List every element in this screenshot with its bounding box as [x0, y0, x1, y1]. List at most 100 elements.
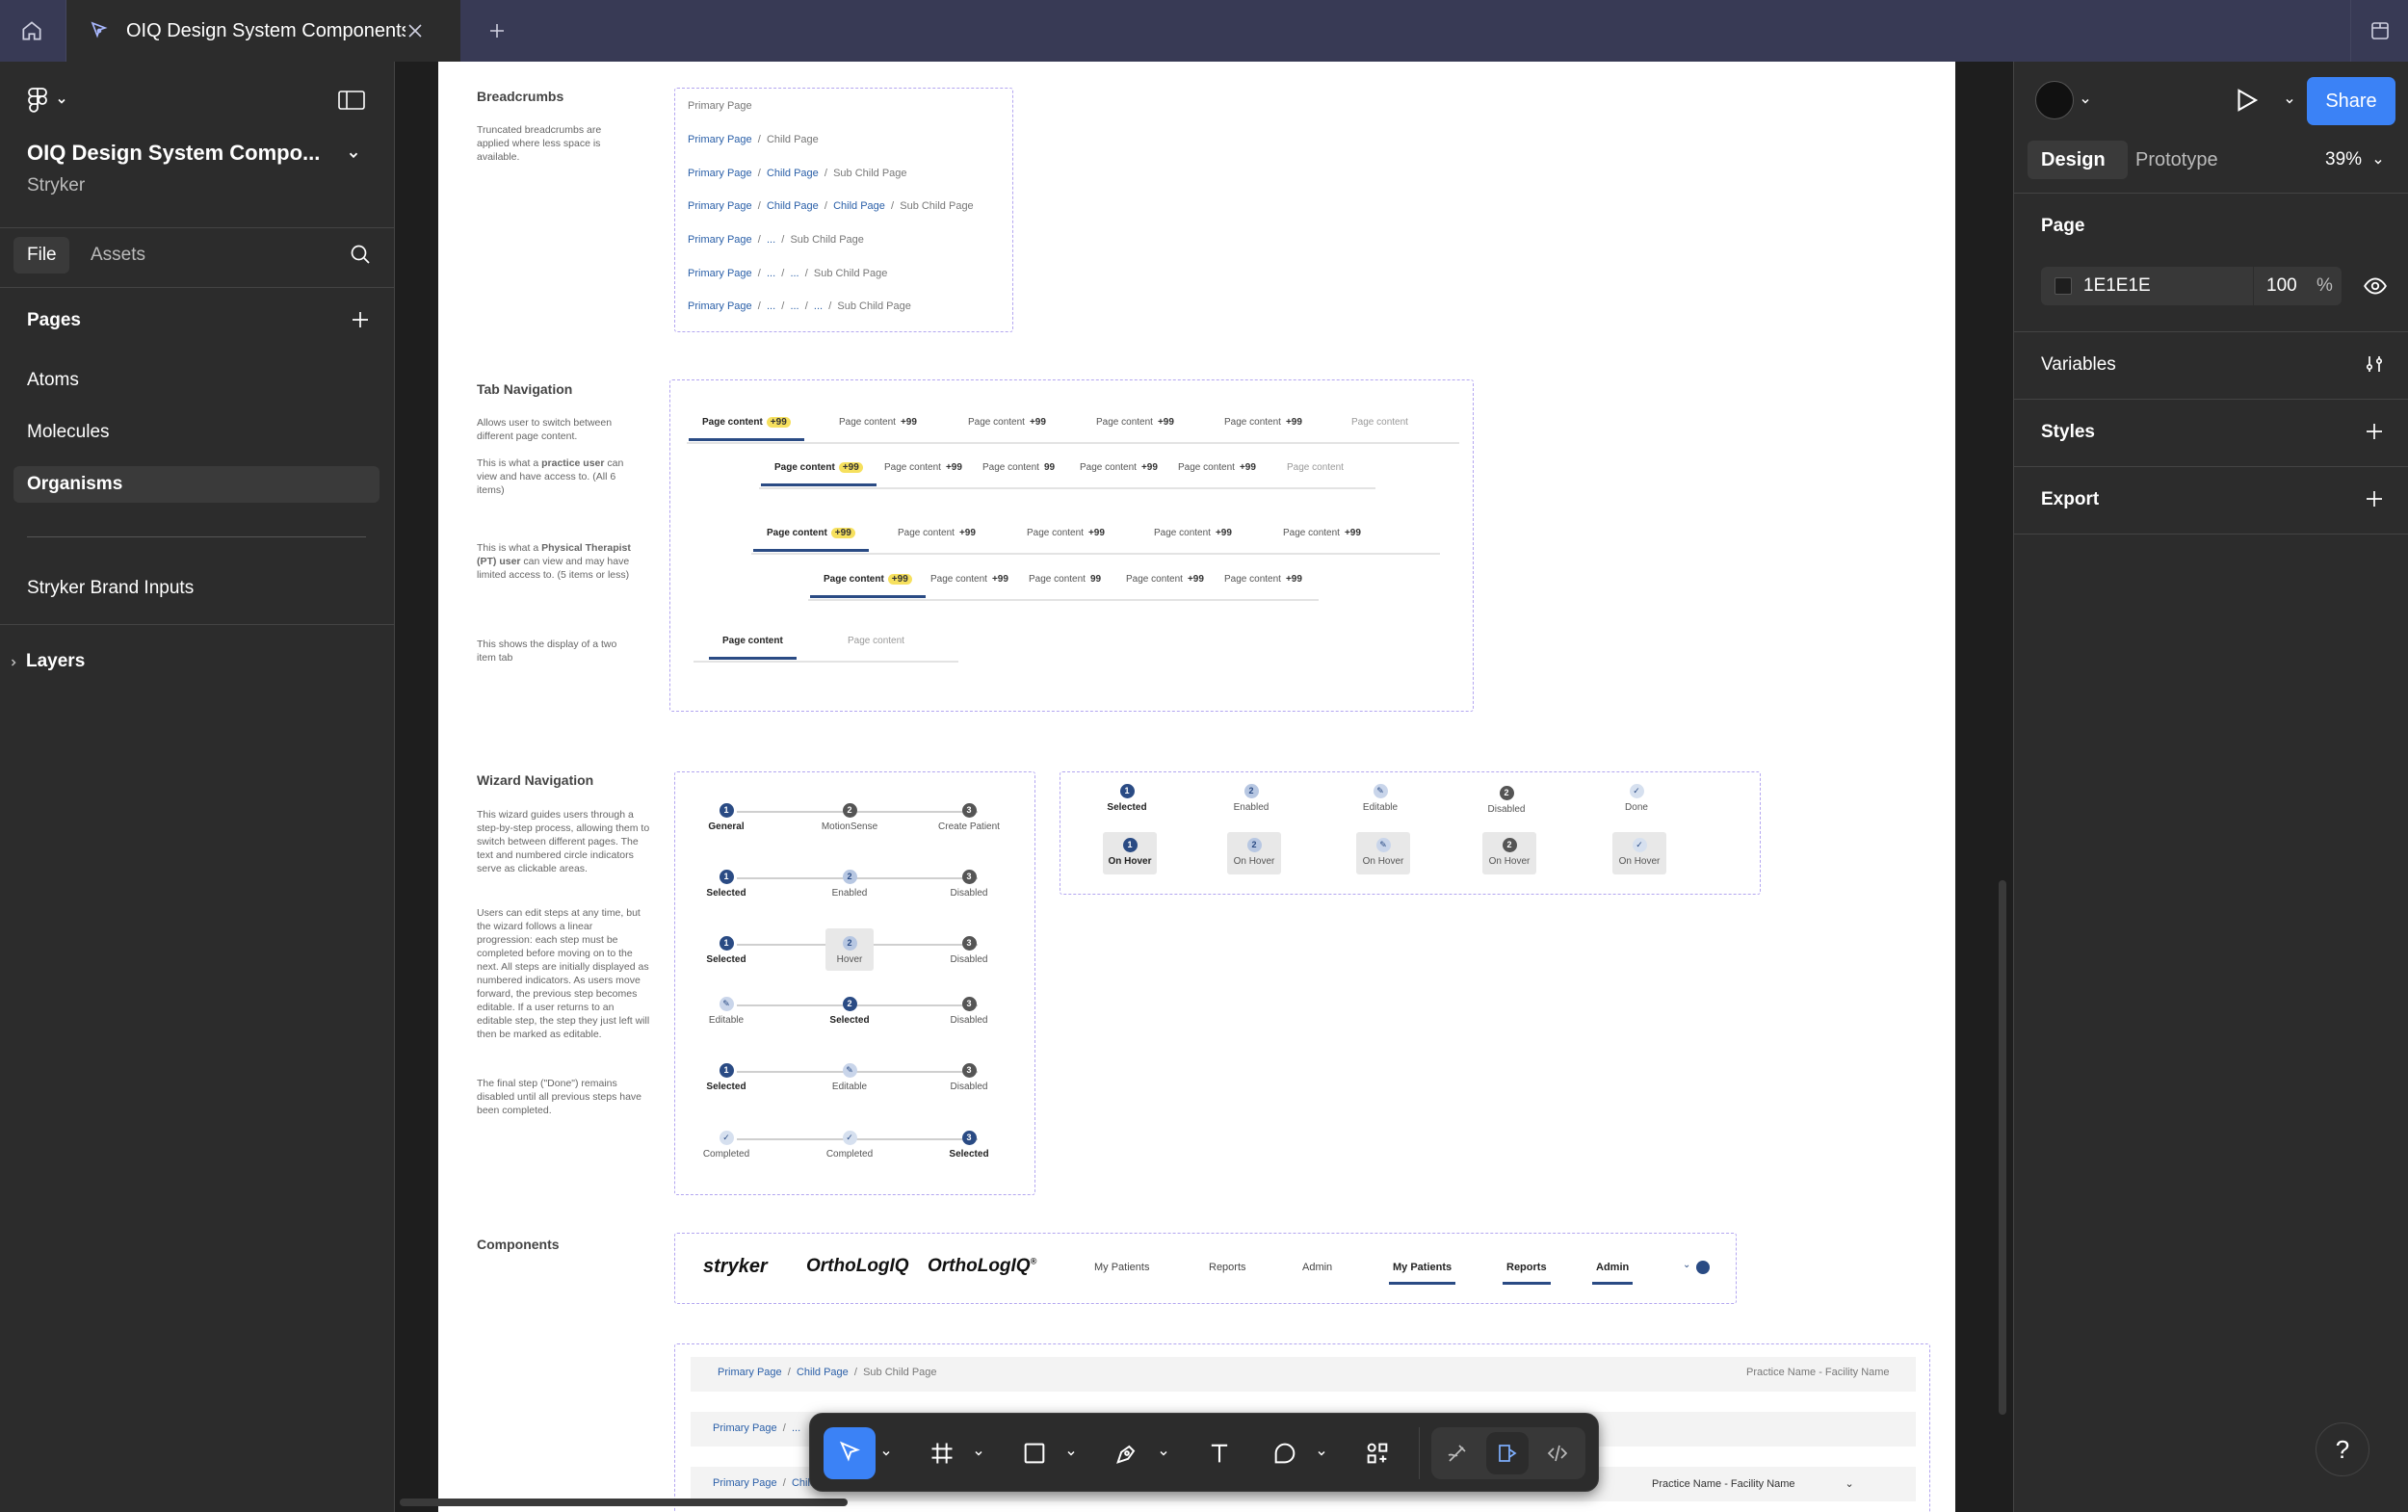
- variables-heading[interactable]: Variables: [2041, 354, 2116, 376]
- nav-my-patients[interactable]: My Patients: [1094, 1262, 1149, 1273]
- tab-file[interactable]: File: [27, 245, 57, 266]
- rectangle-tool-button[interactable]: [1008, 1427, 1060, 1479]
- page-item-organisms[interactable]: Organisms: [27, 474, 122, 495]
- page-color-value[interactable]: 1E1E1E: [2083, 275, 2151, 297]
- pen-tool-caret[interactable]: [1157, 1447, 1170, 1460]
- file-tab[interactable]: OIQ Design System Components: [65, 0, 460, 62]
- dev-mode-button[interactable]: [1536, 1432, 1579, 1474]
- text-tool-button[interactable]: [1193, 1427, 1245, 1479]
- frame-tool-button[interactable]: [916, 1427, 968, 1479]
- tab-item[interactable]: Page content +99: [689, 417, 804, 441]
- facility-dropdown[interactable]: Practice Name - Facility Name ⌄: [1652, 1477, 1854, 1490]
- user-avatar-icon[interactable]: [1696, 1261, 1710, 1274]
- pen-tool-button[interactable]: [1101, 1427, 1153, 1479]
- search-button[interactable]: [349, 243, 372, 271]
- visibility-toggle[interactable]: [2363, 274, 2388, 303]
- tab-item[interactable]: Page content +99: [898, 528, 976, 538]
- present-button[interactable]: [2232, 85, 2261, 120]
- tab-item[interactable]: Page content: [848, 636, 904, 646]
- wizard-step[interactable]: 3 Disabled: [921, 997, 1017, 1026]
- wizard-step[interactable]: 3 Selected: [921, 1131, 1017, 1160]
- zoom-level[interactable]: 39%: [2325, 149, 2362, 170]
- comment-tool-caret[interactable]: [1315, 1447, 1328, 1460]
- tab-item[interactable]: Page content +99: [1178, 462, 1256, 473]
- nav-reports[interactable]: Reports: [1209, 1262, 1246, 1273]
- add-export-button[interactable]: [2363, 487, 2386, 515]
- page-opacity-value[interactable]: 100: [2266, 275, 2297, 297]
- wizard-step[interactable]: ✓ Completed: [801, 1131, 898, 1160]
- tab-item[interactable]: Page content: [1351, 417, 1408, 428]
- nav-admin-active[interactable]: Admin: [1592, 1262, 1634, 1285]
- tab-assets[interactable]: Assets: [91, 245, 145, 266]
- wizard-step[interactable]: 1 Selected: [678, 1063, 774, 1092]
- main-menu-button[interactable]: [27, 87, 67, 116]
- move-tool-button[interactable]: [824, 1427, 876, 1479]
- wizard-step[interactable]: 2 Selected: [801, 997, 898, 1026]
- wizard-step[interactable]: ✎ Editable: [801, 1063, 898, 1092]
- wizard-step[interactable]: 3 Disabled: [921, 936, 1017, 965]
- tab-design[interactable]: Design: [2041, 149, 2106, 171]
- tab-item[interactable]: Page content +99: [1283, 528, 1361, 538]
- wizard-step[interactable]: 3 Disabled: [921, 1063, 1017, 1092]
- share-button[interactable]: Share: [2307, 77, 2395, 125]
- nav-my-patients-active[interactable]: My Patients: [1389, 1262, 1456, 1285]
- layers-expand[interactable]: [8, 656, 19, 673]
- close-icon[interactable]: [406, 21, 425, 40]
- wizard-step[interactable]: 1 General: [678, 803, 774, 832]
- variables-button[interactable]: [2363, 352, 2386, 380]
- file-name-chevron[interactable]: [347, 148, 360, 167]
- layers-heading[interactable]: Layers: [26, 651, 85, 672]
- avatar[interactable]: [2035, 81, 2074, 119]
- chevron-down-icon[interactable]: ⌄: [1683, 1260, 1690, 1270]
- help-button[interactable]: ?: [2316, 1422, 2369, 1476]
- zoom-caret[interactable]: [2372, 155, 2384, 172]
- tab-prototype[interactable]: Prototype: [2135, 149, 2218, 171]
- tab-item[interactable]: Page content +99: [1126, 574, 1204, 585]
- artboard[interactable]: Breadcrumbs Truncated breadcrumbs are ap…: [438, 62, 1955, 1512]
- tab-item[interactable]: Page content +99: [839, 417, 917, 428]
- draw-mode-button[interactable]: [1436, 1432, 1479, 1474]
- present-caret[interactable]: [2284, 94, 2295, 112]
- wizard-step[interactable]: 2 MotionSense: [801, 803, 898, 832]
- new-tab-button[interactable]: [480, 13, 514, 48]
- tab-item[interactable]: Page content +99: [930, 574, 1008, 585]
- tab-item[interactable]: Page content +99: [884, 462, 962, 473]
- color-swatch[interactable]: [2055, 277, 2072, 295]
- wizard-step[interactable]: 2 Enabled: [801, 870, 898, 899]
- tab-item[interactable]: Page content 99: [982, 462, 1055, 473]
- wizard-step[interactable]: 1 Selected: [678, 936, 774, 965]
- tab-item[interactable]: Page content +99: [1224, 417, 1302, 428]
- tab-item[interactable]: Page content +99: [1080, 462, 1158, 473]
- tab-item[interactable]: Page content +99: [1154, 528, 1232, 538]
- wizard-step[interactable]: ✎ Editable: [678, 997, 774, 1026]
- tab-item[interactable]: Page content: [1287, 462, 1344, 473]
- wizard-step[interactable]: ✓ Completed: [678, 1131, 774, 1160]
- wizard-step[interactable]: 2 Hover: [801, 936, 898, 965]
- layout-toggle-button[interactable]: [337, 89, 366, 117]
- tab-item[interactable]: Page content: [709, 636, 797, 660]
- home-button[interactable]: [0, 0, 64, 62]
- frame-tool-caret[interactable]: [972, 1447, 985, 1460]
- rectangle-tool-caret[interactable]: [1064, 1447, 1078, 1460]
- add-style-button[interactable]: [2363, 420, 2386, 448]
- wizard-step[interactable]: 1 Selected: [678, 870, 774, 899]
- nav-reports-active[interactable]: Reports: [1503, 1262, 1551, 1285]
- tab-item[interactable]: Page content +99: [968, 417, 1046, 428]
- page-item-stryker-brand-inputs[interactable]: Stryker Brand Inputs: [27, 578, 194, 599]
- page-item-molecules[interactable]: Molecules: [27, 422, 110, 443]
- tab-item[interactable]: Page content +99: [753, 528, 869, 552]
- move-tool-caret[interactable]: [879, 1447, 893, 1460]
- canvas[interactable]: Breadcrumbs Truncated breadcrumbs are ap…: [395, 62, 2013, 1512]
- file-name[interactable]: OIQ Design System Compo...: [27, 141, 320, 166]
- tab-item[interactable]: Page content +99: [1027, 528, 1105, 538]
- wizard-step[interactable]: 3 Create Patient: [921, 803, 1017, 832]
- horizontal-scrollbar[interactable]: [400, 1499, 848, 1506]
- nav-admin[interactable]: Admin: [1302, 1262, 1332, 1273]
- add-page-button[interactable]: [349, 308, 372, 336]
- wizard-step[interactable]: 3 Disabled: [921, 870, 1017, 899]
- tab-item[interactable]: Page content +99: [1096, 417, 1174, 428]
- sidebar-toggle-button[interactable]: [2350, 0, 2408, 62]
- page-item-atoms[interactable]: Atoms: [27, 370, 79, 391]
- tab-item[interactable]: Page content +99: [1224, 574, 1302, 585]
- tab-item[interactable]: Page content 99: [1029, 574, 1101, 585]
